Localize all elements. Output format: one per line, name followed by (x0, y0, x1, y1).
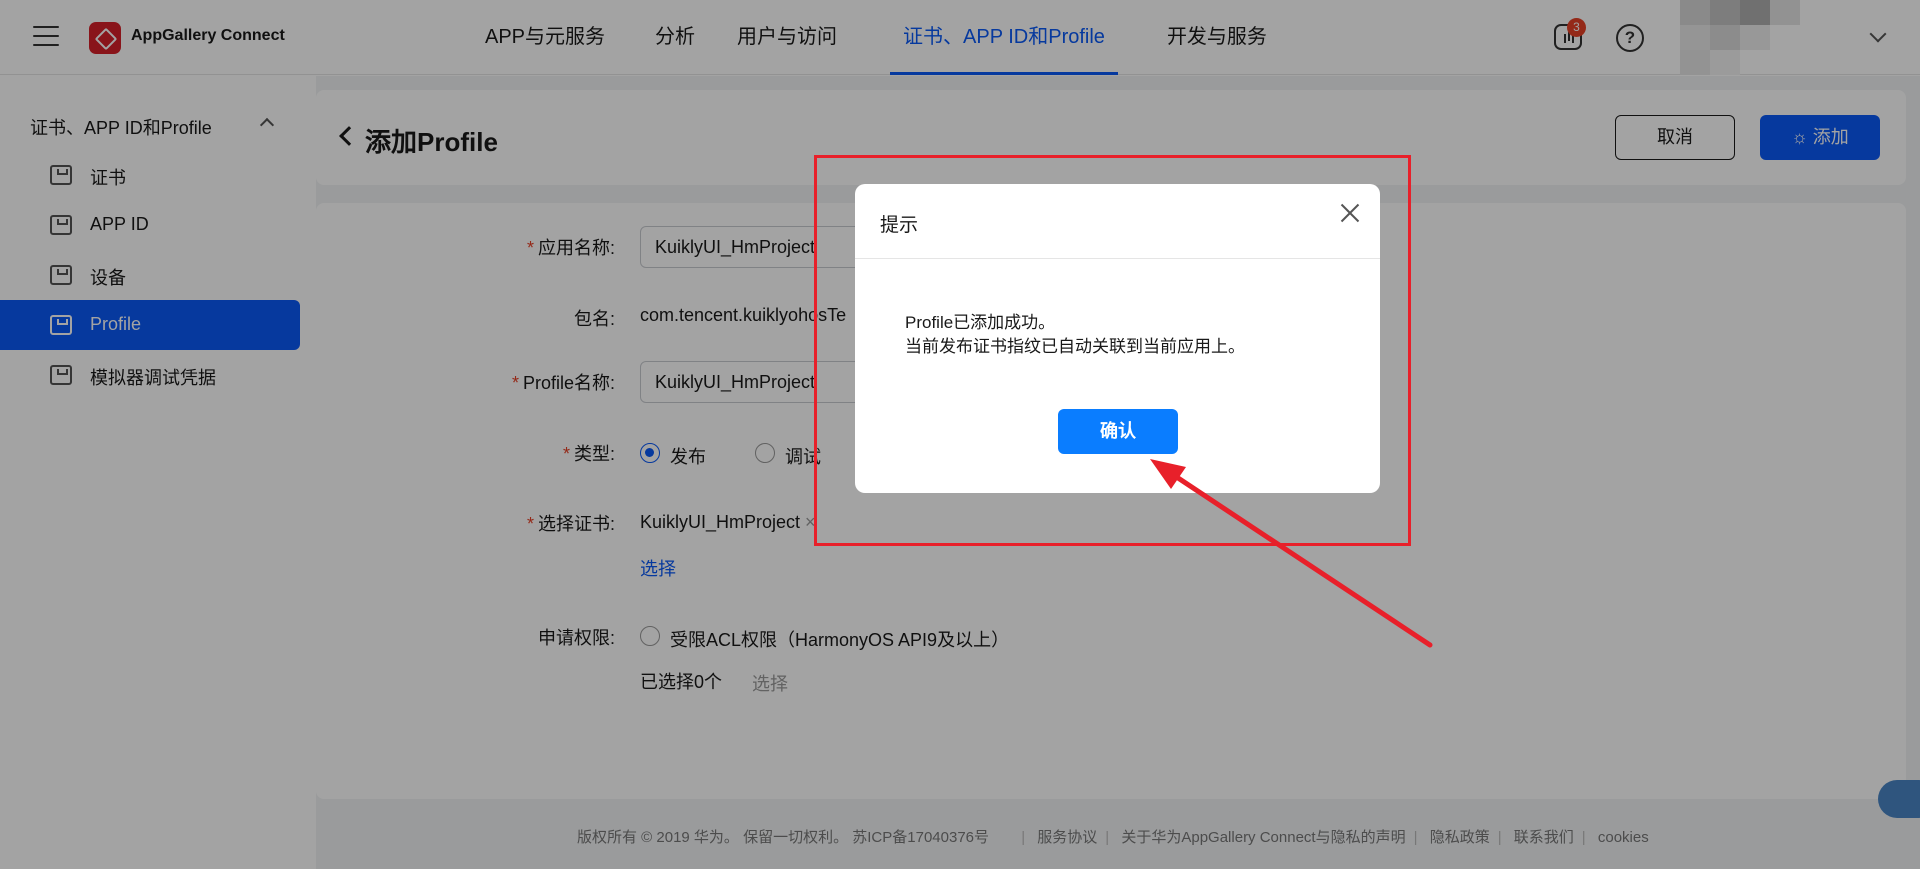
dialog-title: 提示 (880, 215, 919, 236)
dialog-message-line: Profile已添加成功。 (905, 313, 1056, 332)
dialog-divider (855, 258, 1380, 259)
dialog-message-line: 当前发布证书指纹已自动关联到当前应用上。 (905, 337, 1245, 356)
dialog-message: Profile已添加成功。 当前发布证书指纹已自动关联到当前应用上。 (905, 311, 1245, 359)
success-dialog: 提示 Profile已添加成功。 当前发布证书指纹已自动关联到当前应用上。 确认 (855, 184, 1380, 493)
confirm-button[interactable]: 确认 (1058, 409, 1178, 454)
close-icon[interactable] (1337, 200, 1363, 226)
